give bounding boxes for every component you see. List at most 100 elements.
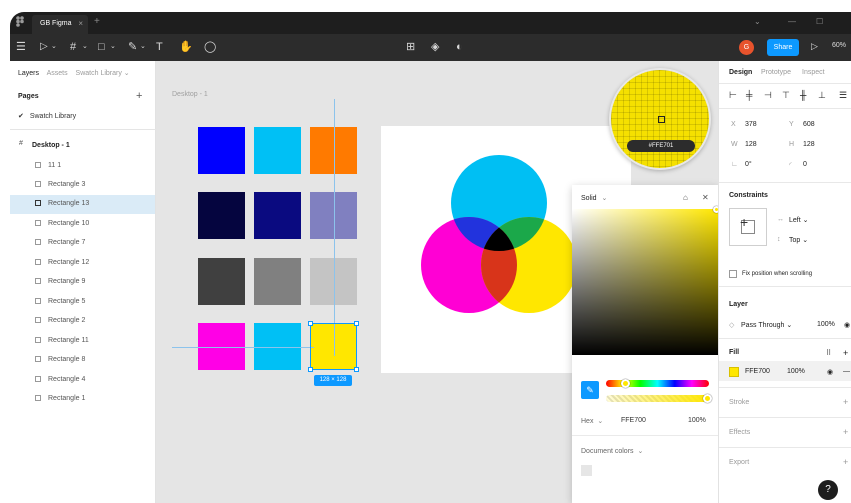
saturation-value-area[interactable] <box>572 209 718 355</box>
fill-opacity-input[interactable]: 100% <box>787 368 805 375</box>
layer-item[interactable]: Rectangle 8 <box>10 351 155 370</box>
layer-item[interactable]: Rectangle 10 <box>10 215 155 234</box>
avatar[interactable]: G <box>739 40 754 55</box>
height-input[interactable]: 128 <box>803 141 815 148</box>
add-page-icon[interactable]: + <box>136 90 142 102</box>
opacity-slider-handle[interactable] <box>703 394 712 403</box>
fill-color-swatch[interactable] <box>729 367 739 377</box>
align-top-icon[interactable]: ⊤ <box>782 90 790 101</box>
present-icon[interactable]: ▷ <box>811 41 818 52</box>
align-center-h-icon[interactable]: ╪ <box>746 90 752 100</box>
chevron-down-icon[interactable]: ⌄ <box>51 40 57 54</box>
horizontal-constraint-select[interactable]: Left ⌄ <box>789 216 809 224</box>
resize-handle[interactable] <box>354 367 359 372</box>
selection-box[interactable] <box>308 321 359 372</box>
figma-logo-icon[interactable] <box>16 16 24 27</box>
swatch-dark-gray[interactable] <box>198 258 245 305</box>
tab-inspect[interactable]: Inspect <box>802 69 825 76</box>
document-colors-select[interactable]: Document colors ⌄ <box>581 447 643 455</box>
frame-tool-icon[interactable]: # <box>70 40 76 54</box>
maximize-icon[interactable]: ☐ <box>816 17 823 26</box>
add-export-icon[interactable]: + <box>843 457 848 467</box>
distribute-icon[interactable]: ☰ <box>839 90 847 101</box>
close-icon[interactable]: ✕ <box>702 193 709 202</box>
layer-item[interactable]: 11 1 <box>10 157 155 176</box>
tab-assets[interactable]: Assets <box>47 70 68 77</box>
constraint-widget[interactable]: + <box>729 208 767 246</box>
add-fill-icon[interactable]: + <box>843 348 848 358</box>
align-center-v-icon[interactable]: ╫ <box>800 90 806 100</box>
y-input[interactable]: 608 <box>803 121 815 128</box>
fill-styles-icon[interactable]: ⠿ <box>826 349 831 357</box>
chevron-down-icon[interactable]: ⌄ <box>110 40 116 54</box>
opacity-slider[interactable] <box>606 395 709 402</box>
minimize-icon[interactable]: — <box>788 17 796 26</box>
menu-icon[interactable]: ☰ <box>16 40 26 54</box>
pen-tool-icon[interactable]: ✎ <box>128 40 137 54</box>
frame-label[interactable]: Desktop - 1 <box>172 91 208 98</box>
contrast-icon[interactable]: ◐ <box>456 40 463 54</box>
shape-tool-icon[interactable]: □ <box>98 40 105 54</box>
move-tool-icon[interactable]: ▷ <box>40 40 48 54</box>
layer-frame-desktop-1[interactable]: # Desktop - 1 <box>10 137 155 156</box>
blend-mode-select[interactable]: Pass Through ⌄ <box>741 321 792 329</box>
align-bottom-icon[interactable]: ⊥ <box>818 90 826 101</box>
tab-design[interactable]: Design <box>729 69 752 76</box>
layer-opacity-input[interactable]: 100% <box>817 321 835 328</box>
layer-item[interactable]: Rectangle 5 <box>10 293 155 312</box>
resize-handle[interactable] <box>308 367 313 372</box>
layer-item[interactable]: Rectangle 4 <box>10 371 155 390</box>
document-color-swatch[interactable] <box>581 465 592 476</box>
mask-icon[interactable]: ◈ <box>431 40 439 54</box>
hue-slider-handle[interactable] <box>621 379 630 388</box>
hex-input[interactable]: FFE700 <box>621 417 646 424</box>
tab-prototype[interactable]: Prototype <box>761 69 791 76</box>
layer-item[interactable]: Rectangle 11 <box>10 332 155 351</box>
new-tab-icon[interactable]: + <box>94 16 100 27</box>
add-effect-icon[interactable]: + <box>843 427 848 437</box>
page-item-swatch-library[interactable]: ✔ Swatch Library <box>18 112 76 120</box>
component-icon[interactable]: ⊞ <box>406 40 415 54</box>
eye-icon[interactable]: ◉ <box>827 368 833 376</box>
color-format-select[interactable]: Hex ⌄ <box>581 417 603 425</box>
hand-tool-icon[interactable]: ✋ <box>179 40 193 54</box>
fill-hex-input[interactable]: FFE700 <box>745 368 770 375</box>
text-tool-icon[interactable]: T <box>156 40 163 54</box>
eye-icon[interactable]: ◉ <box>844 321 850 329</box>
swatch-navy[interactable] <box>254 192 301 239</box>
fill-type-select[interactable]: Solid ⌄ <box>581 194 607 202</box>
layer-item[interactable]: Rectangle 3 <box>10 176 155 195</box>
layer-item[interactable]: Rectangle 2 <box>10 312 155 331</box>
swatch-blue[interactable] <box>198 127 245 174</box>
help-button[interactable]: ? <box>818 480 838 500</box>
chevron-down-icon[interactable]: ⌄ <box>140 40 146 54</box>
layer-item[interactable]: Rectangle 1 <box>10 390 155 409</box>
layer-item[interactable]: Rectangle 12 <box>10 254 155 273</box>
tab-layers[interactable]: Layers <box>18 70 39 77</box>
tab-gb-figma[interactable]: GB Figma × <box>32 15 88 34</box>
add-stroke-icon[interactable]: + <box>843 397 848 407</box>
remove-fill-icon[interactable]: — <box>843 368 850 375</box>
chevron-down-icon[interactable]: ⌄ <box>82 40 88 54</box>
swatch-cyan[interactable] <box>254 127 301 174</box>
swatch-gray[interactable] <box>254 258 301 305</box>
opacity-input[interactable]: 100% <box>688 417 706 424</box>
resize-handle[interactable] <box>354 321 359 326</box>
style-icon[interactable]: ⌂ <box>683 193 688 202</box>
x-input[interactable]: 378 <box>745 121 757 128</box>
layer-item-selected[interactable]: Rectangle 13 <box>10 195 155 214</box>
rotation-input[interactable]: 0° <box>745 161 752 168</box>
layer-item[interactable]: Rectangle 7 <box>10 234 155 253</box>
eyedropper-icon[interactable]: ✎ <box>581 381 599 399</box>
vertical-constraint-select[interactable]: Top ⌄ <box>789 236 808 244</box>
zoom-level[interactable]: 60% <box>832 42 846 49</box>
width-input[interactable]: 128 <box>745 141 757 148</box>
corner-radius-input[interactable]: 0 <box>803 161 807 168</box>
comment-tool-icon[interactable]: ◯ <box>204 40 216 54</box>
tab-close-icon[interactable]: × <box>78 19 83 28</box>
fix-position-checkbox[interactable] <box>729 270 737 278</box>
chevron-down-icon[interactable]: ⌄ <box>754 17 761 26</box>
tab-swatch-library[interactable]: Swatch Library ⌄ <box>76 70 130 77</box>
swatch-navy-dark[interactable] <box>198 192 245 239</box>
align-right-icon[interactable]: ⊣ <box>764 90 772 101</box>
